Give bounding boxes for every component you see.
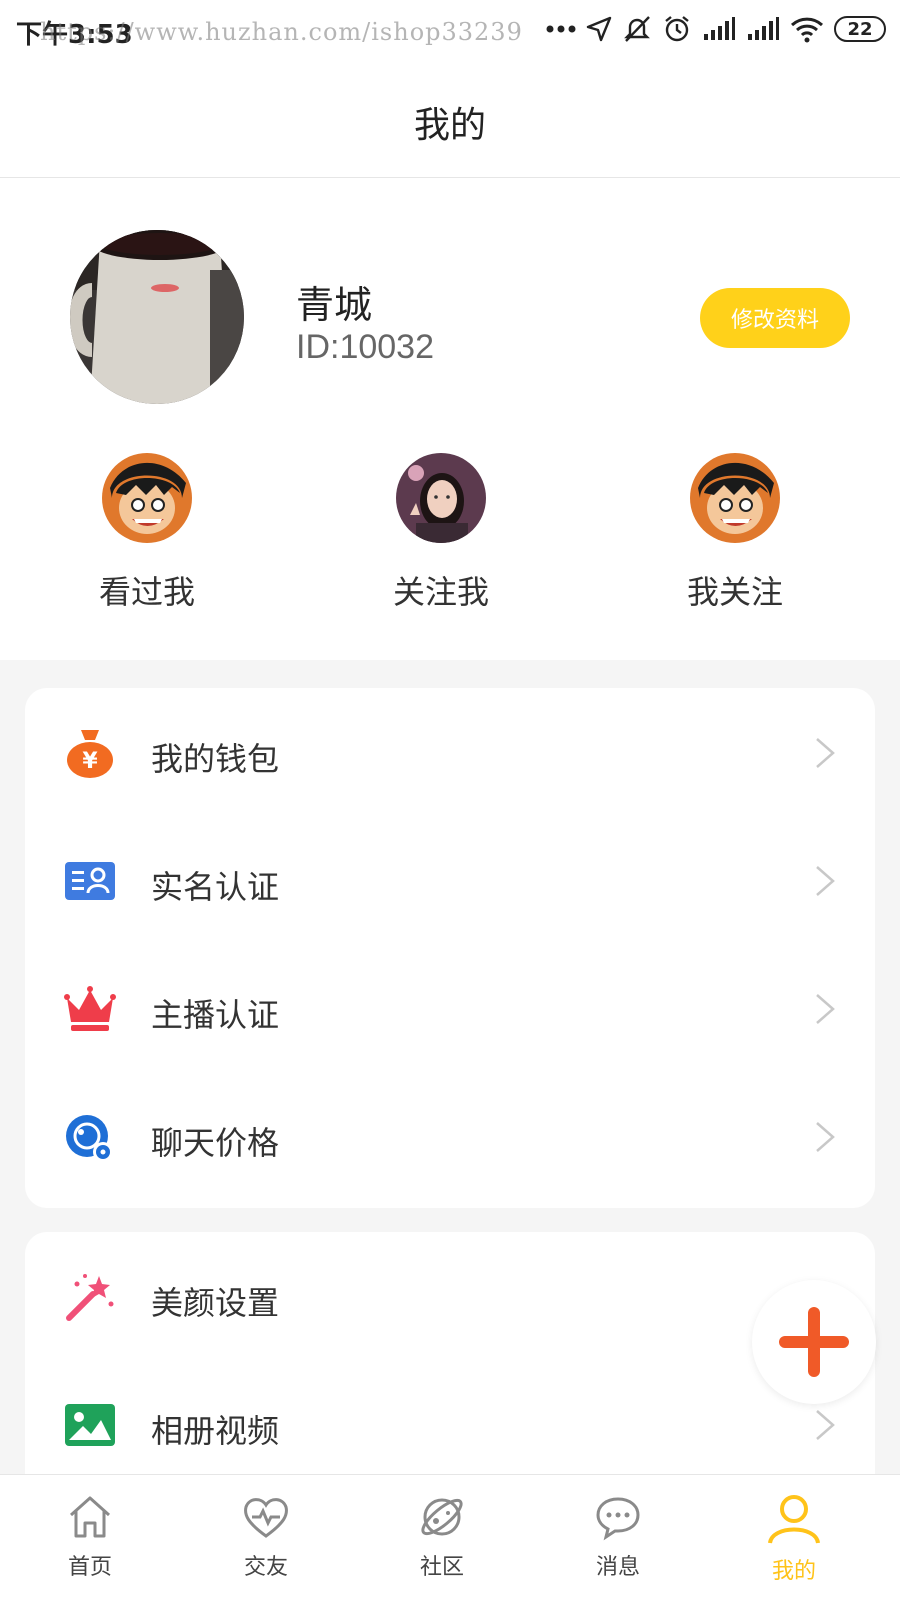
alarm-icon — [665, 16, 689, 42]
plus-icon — [779, 1307, 849, 1377]
menu-item-beauty[interactable]: 美颜设置 — [25, 1232, 875, 1362]
tab-label: 社区 — [419, 1555, 464, 1580]
stat-label: 我关注 — [686, 573, 783, 611]
stat-followers[interactable]: 关注我 — [341, 453, 541, 613]
avatar[interactable] — [70, 230, 244, 404]
menu-label: 我的钱包 — [151, 740, 280, 778]
stat-following[interactable]: 我关注 — [635, 453, 835, 613]
message-icon — [596, 1497, 640, 1541]
tab-friends[interactable]: 交友 — [206, 1493, 326, 1581]
chevron-right-icon — [816, 866, 835, 896]
tab-messages[interactable]: 消息 — [558, 1493, 678, 1581]
status-icons: 22 — [546, 14, 886, 44]
page-title: 我的 — [413, 105, 486, 146]
signal-icon-2 — [748, 17, 779, 40]
album-icon — [65, 1404, 115, 1446]
tab-label: 我的 — [771, 1559, 816, 1584]
wifi-icon — [790, 17, 824, 43]
watermark-text: https://www.huzhan.com/ishop33239 — [40, 18, 523, 46]
tab-label: 首页 — [67, 1555, 112, 1580]
menu-card-settings: 美颜设置 相册视频 — [25, 1232, 875, 1492]
edit-profile-button[interactable]: 修改资料 — [700, 288, 850, 348]
menu-label: 实名认证 — [151, 868, 280, 906]
menu-item-album-video[interactable]: 相册视频 — [25, 1360, 875, 1490]
stat-avatar — [396, 453, 486, 543]
chevron-right-icon — [816, 994, 835, 1024]
stats-row: 看过我 关注我 我关注 — [0, 453, 900, 633]
menu-item-real-name[interactable]: 实名认证 — [25, 816, 875, 946]
tab-home[interactable]: 首页 — [30, 1493, 150, 1581]
menu-item-anchor-cert[interactable]: 主播认证 — [25, 944, 875, 1074]
tab-community[interactable]: 社区 — [382, 1493, 502, 1581]
stat-viewed-me[interactable]: 看过我 — [47, 453, 247, 613]
planet-icon — [421, 1498, 463, 1536]
chat-price-icon — [66, 1115, 113, 1162]
chevron-right-icon — [816, 1122, 835, 1152]
tab-mine[interactable]: 我的 — [734, 1493, 854, 1585]
stat-label: 关注我 — [392, 573, 489, 611]
stat-avatar — [690, 453, 780, 543]
menu-label: 相册视频 — [151, 1412, 280, 1450]
location-icon — [586, 16, 612, 42]
user-icon — [768, 1495, 820, 1544]
menu-label: 美颜设置 — [151, 1284, 280, 1322]
chevron-right-icon — [816, 1410, 835, 1440]
user-name: 青城 — [296, 283, 373, 327]
menu-card-account: ¥ 我的钱包 实名认证 主播认证 聊天价格 — [25, 688, 875, 1208]
stat-avatar — [102, 453, 192, 543]
mute-icon — [624, 16, 650, 42]
stat-label: 看过我 — [98, 573, 195, 611]
bottom-tab-bar: 首页 交友 社区 消息 我的 — [0, 1474, 900, 1600]
profile-section: 青城 ID:10032 修改资料 看过我 关注我 我关注 — [0, 178, 900, 660]
tab-label: 交友 — [243, 1555, 288, 1580]
signal-icon-1 — [704, 17, 735, 40]
battery-indicator: 22 — [834, 16, 886, 42]
magic-wand-icon — [66, 1274, 114, 1321]
menu-item-chat-price[interactable]: 聊天价格 — [25, 1072, 875, 1202]
more-dots-icon — [546, 25, 576, 33]
user-id: ID:10032 — [296, 328, 434, 366]
crown-icon — [64, 986, 116, 1031]
menu-label: 主播认证 — [151, 996, 280, 1034]
svg-text:¥: ¥ — [82, 749, 98, 774]
menu-label: 聊天价格 — [151, 1124, 280, 1162]
status-bar: 下午3:53 https://www.huzhan.com/ishop33239… — [0, 0, 900, 62]
menu-item-wallet[interactable]: ¥ 我的钱包 — [25, 688, 875, 818]
id-card-icon — [65, 862, 115, 900]
add-fab-button[interactable] — [752, 1280, 876, 1404]
chevron-right-icon — [816, 738, 835, 768]
heart-pulse-icon — [244, 1498, 288, 1538]
tab-label: 消息 — [595, 1555, 640, 1580]
wallet-icon: ¥ — [67, 730, 113, 778]
page-header: 我的 — [0, 62, 900, 178]
home-icon — [69, 1496, 111, 1538]
